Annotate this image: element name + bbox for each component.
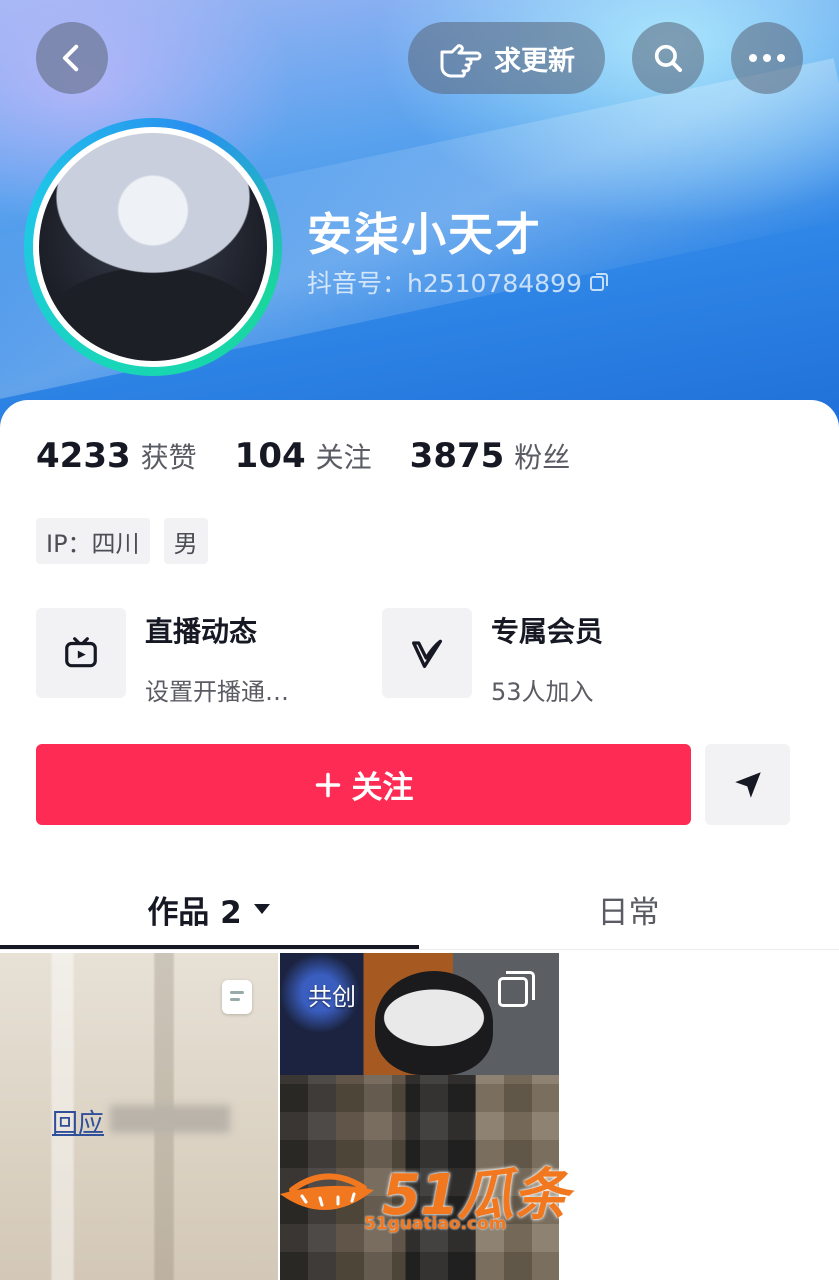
watermark-url: 51guatiao.com <box>364 1214 507 1234</box>
back-button[interactable] <box>36 22 108 94</box>
tv-live-icon <box>65 637 97 668</box>
pointing-hand-icon <box>440 44 482 78</box>
stat-followers[interactable]: 3875 粉丝 <box>410 436 571 476</box>
tab-works-label: 作品 2 <box>147 894 242 931</box>
cocreate-badge: 共创 <box>308 983 356 1011</box>
stat-value: 3875 <box>409 436 505 476</box>
profile-stats: 4233 获赞 104 关注 3875 粉丝 <box>36 436 608 476</box>
douyin-id[interactable]: 抖音号：h2510784899 <box>307 264 610 300</box>
watermelon-logo-icon <box>280 1173 374 1211</box>
live-activity-entry[interactable]: 直播动态 设置开播通… <box>36 608 289 707</box>
request-update-button[interactable]: 求更新 <box>408 22 605 94</box>
membership-title: 专属会员 <box>491 615 604 648</box>
reply-link[interactable]: 回应 <box>52 1103 104 1140</box>
multi-image-icon <box>498 971 535 1007</box>
search-button[interactable] <box>632 22 704 94</box>
stat-label: 获赞 <box>140 441 197 474</box>
video-thumbnail[interactable]: 共创 <box>280 953 559 1075</box>
profile-nickname: 安柒小天才 <box>307 208 543 261</box>
follow-button[interactable]: 关注 <box>36 744 691 825</box>
stat-following[interactable]: 104 关注 <box>235 436 372 476</box>
copy-icon[interactable] <box>588 271 610 293</box>
exclusive-membership-entry[interactable]: 专属会员 53人加入 <box>382 608 603 707</box>
stat-label: 粉丝 <box>514 441 571 474</box>
stat-label: 关注 <box>315 441 372 474</box>
tag-ip-location: IP：四川 <box>36 518 150 564</box>
more-dots-icon <box>749 54 785 62</box>
profile-banner: 求更新 安柒小天才 抖音号：h2510784899 <box>0 0 839 430</box>
send-message-button[interactable] <box>705 744 790 825</box>
live-activity-title: 直播动态 <box>145 615 258 648</box>
paper-plane-icon <box>734 771 761 798</box>
active-tab-indicator <box>0 945 419 949</box>
tab-daily-label: 日常 <box>597 894 660 931</box>
search-icon <box>654 44 683 73</box>
tag-gender: 男 <box>163 518 208 564</box>
caret-down-icon <box>253 904 270 914</box>
membership-subtitle: 53人加入 <box>491 678 594 706</box>
avatar-ring[interactable] <box>24 118 282 376</box>
request-update-label: 求更新 <box>494 45 575 77</box>
content-tabs: 作品 2 日常 <box>0 870 839 950</box>
chevron-left-icon <box>62 44 79 72</box>
douyin-id-text: 抖音号：h2510784899 <box>307 269 582 298</box>
stat-likes[interactable]: 4233 获赞 <box>36 436 197 476</box>
watermark: 51瓜条 51guatiao.com <box>272 1148 572 1238</box>
member-icon-box <box>382 608 472 698</box>
follow-label: 关注 <box>351 770 414 806</box>
avatar <box>33 127 273 367</box>
stat-value: 104 <box>234 436 306 476</box>
live-icon-box <box>36 608 126 698</box>
plus-icon <box>315 772 340 797</box>
tab-daily[interactable]: 日常 <box>419 870 838 948</box>
mascot-image <box>375 971 493 1075</box>
video-thumbnail[interactable]: 回应 <box>0 953 278 1280</box>
profile-tags: IP：四川 男 <box>36 518 208 564</box>
more-button[interactable] <box>731 22 803 94</box>
v-member-icon <box>412 639 442 668</box>
text-post-icon <box>222 980 252 1014</box>
tab-works[interactable]: 作品 2 <box>0 870 419 948</box>
live-activity-subtitle: 设置开播通… <box>145 678 289 706</box>
stat-value: 4233 <box>36 436 131 476</box>
blurred-text <box>110 1105 230 1133</box>
